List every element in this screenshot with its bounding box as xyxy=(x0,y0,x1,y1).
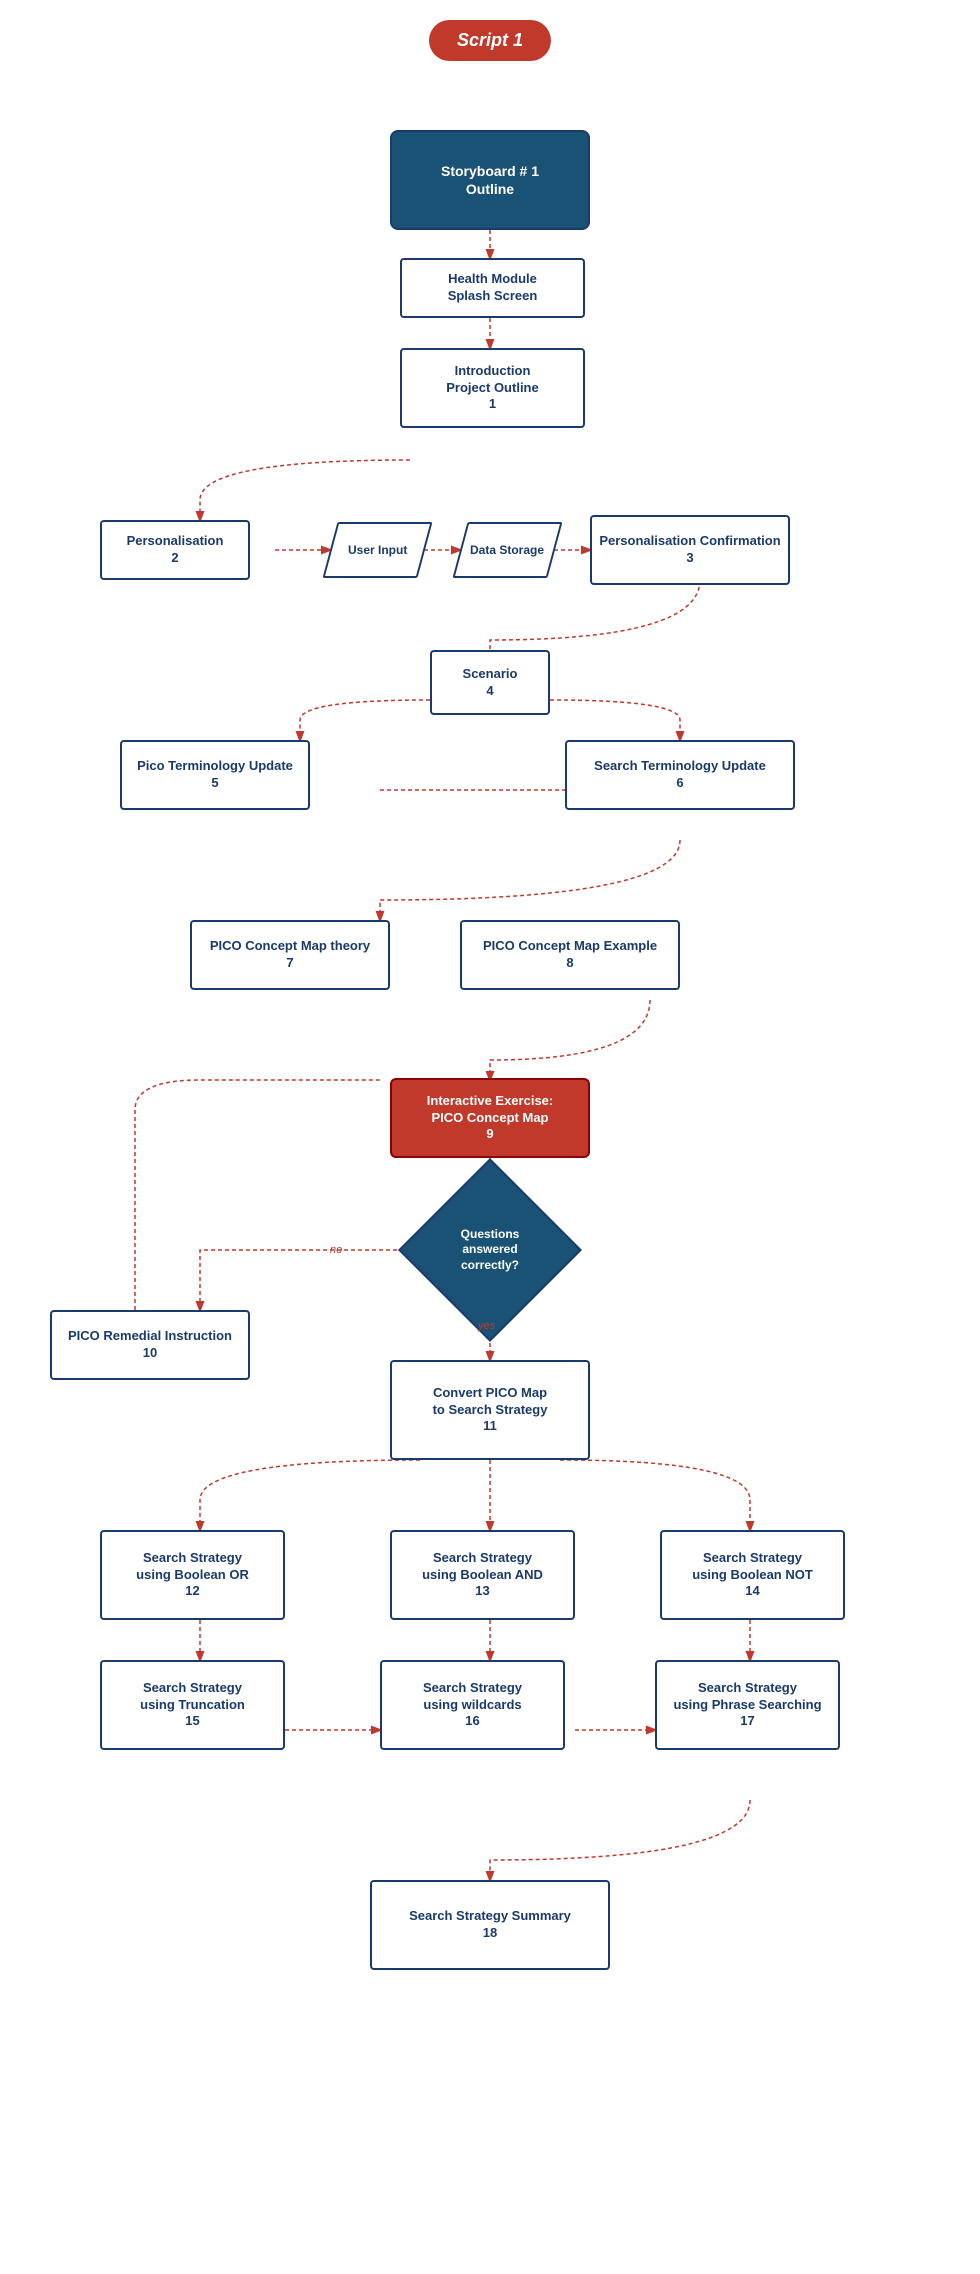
intro-project-node: Introduction Project Outline 1 xyxy=(400,348,585,428)
pico-terminology-node: Pico Terminology Update 5 xyxy=(120,740,310,810)
script-badge: Script 1 xyxy=(429,20,551,61)
personalisation3-node: Personalisation Confirmation 3 xyxy=(590,515,790,585)
personalisation2-node: Personalisation 2 xyxy=(100,520,250,580)
pico-concept-theory-node: PICO Concept Map theory 7 xyxy=(190,920,390,990)
bool-or-node: Search Strategy using Boolean OR 12 xyxy=(100,1530,285,1620)
no-label: no xyxy=(330,1244,342,1256)
data-storage-node: Data Storage xyxy=(452,522,562,578)
decision-diamond-wrapper: Questions answered correctly? xyxy=(425,1185,555,1315)
pico-concept-example-node: PICO Concept Map Example 8 xyxy=(460,920,680,990)
phrase-searching-node: Search Strategy using Phrase Searching 1… xyxy=(655,1660,840,1750)
yes-label: yes xyxy=(478,1320,495,1332)
scenario4-node: Scenario 4 xyxy=(430,650,550,715)
bool-not-node: Search Strategy using Boolean NOT 14 xyxy=(660,1530,845,1620)
bool-and-node: Search Strategy using Boolean AND 13 xyxy=(390,1530,575,1620)
pico-remedial-node: PICO Remedial Instruction 10 xyxy=(50,1310,250,1380)
health-module-node: Health Module Splash Screen xyxy=(400,258,585,318)
storyboard-node: Storyboard # 1 Outline xyxy=(390,130,590,230)
flowchart: Script 1 Storyboard # 1 Outline Health M… xyxy=(0,0,980,2274)
wildcards-node: Search Strategy using wildcards 16 xyxy=(380,1660,565,1750)
summary18-node: Search Strategy Summary 18 xyxy=(370,1880,610,1970)
user-input-node: User Input xyxy=(322,522,432,578)
decision-diamond-text: Questions answered correctly? xyxy=(425,1185,555,1315)
interactive-exercise-node: Interactive Exercise: PICO Concept Map 9 xyxy=(390,1078,590,1158)
convert-pico-node: Convert PICO Map to Search Strategy 11 xyxy=(390,1360,590,1460)
truncation-node: Search Strategy using Truncation 15 xyxy=(100,1660,285,1750)
search-terminology-node: Search Terminology Update 6 xyxy=(565,740,795,810)
